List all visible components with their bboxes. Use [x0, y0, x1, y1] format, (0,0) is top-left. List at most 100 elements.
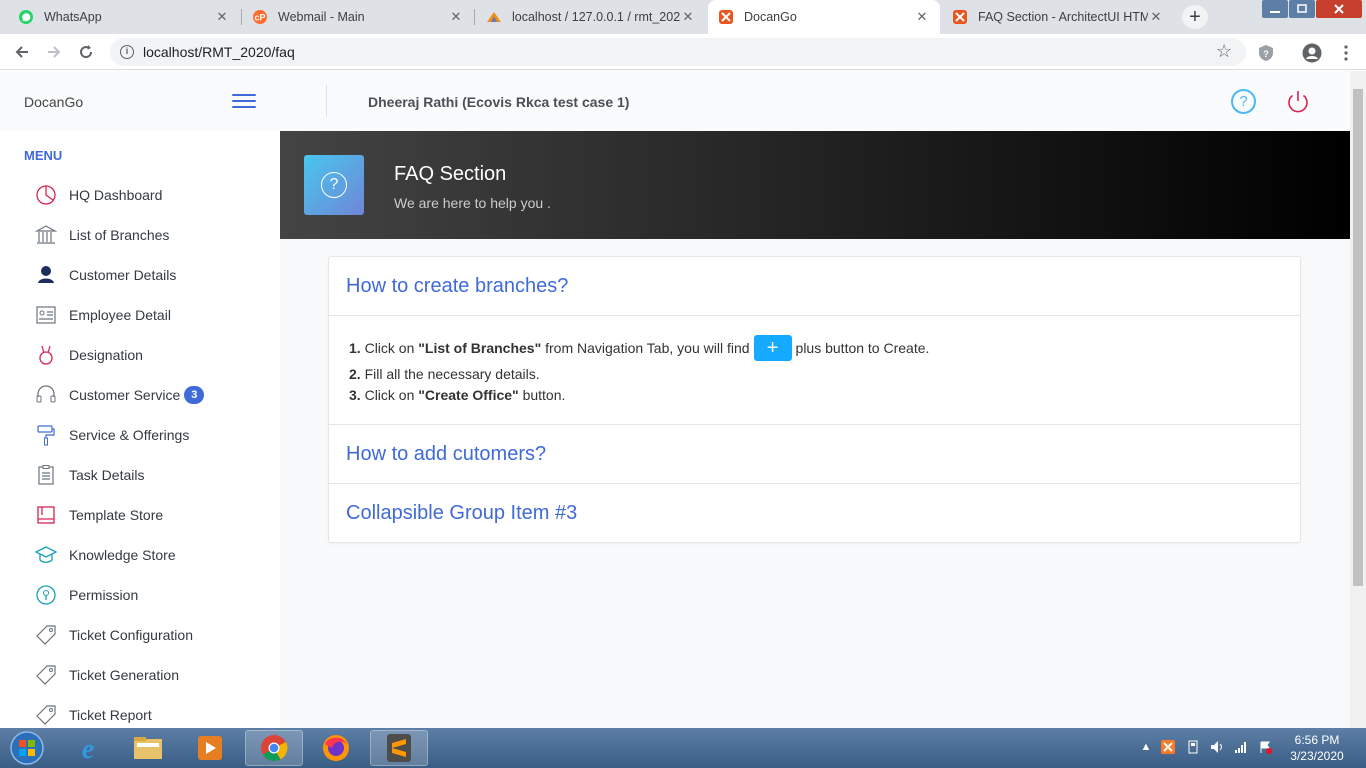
faq-question-1[interactable]: How to create branches?	[329, 257, 1300, 316]
forward-icon[interactable]	[42, 40, 66, 64]
sidebar-item-label: Knowledge Store	[69, 547, 176, 563]
tab-divider	[474, 9, 475, 25]
extension-shield-icon[interactable]: ?	[1256, 43, 1276, 63]
bookmark-star-icon[interactable]: ☆	[1216, 41, 1232, 62]
add-button-example[interactable]: +	[753, 335, 792, 361]
step-number: 3.	[349, 387, 361, 403]
header-divider	[326, 85, 327, 117]
template-icon	[34, 503, 58, 527]
tab-docango[interactable]: DocanGo ✕	[708, 0, 940, 34]
volume-icon[interactable]	[1210, 740, 1224, 754]
tag-icon	[34, 663, 58, 687]
faq-question-3[interactable]: Collapsible Group Item #3	[329, 484, 1300, 543]
architect-icon	[952, 9, 968, 25]
svg-text:?: ?	[1263, 49, 1269, 59]
scrollbar-thumb[interactable]	[1353, 89, 1363, 586]
step-text: plus button to Create.	[795, 340, 930, 356]
taskbar: e ▲ 6:56 PM 3/23/2020	[0, 728, 1366, 768]
sidebar-item-designation[interactable]: Designation	[34, 343, 143, 367]
media-player-icon[interactable]	[182, 730, 238, 766]
sidebar-item-task-details[interactable]: Task Details	[34, 463, 144, 487]
address-bar[interactable]: i localhost/RMT_2020/faq	[110, 38, 1246, 66]
tab-title: localhost / 127.0.0.1 / rmt_2020	[512, 10, 680, 24]
close-window-button[interactable]	[1316, 0, 1362, 18]
page-title: FAQ Section	[394, 163, 507, 185]
tag-icon	[34, 703, 58, 727]
sidebar-item-permission[interactable]: Permission	[34, 583, 138, 607]
info-icon[interactable]: i	[120, 45, 134, 59]
step-text: from Navigation Tab, you will find	[545, 340, 750, 356]
sidebar-item-ticket-generation[interactable]: Ticket Generation	[34, 663, 179, 687]
maximize-button[interactable]	[1289, 0, 1315, 18]
sidebar-item-hq-dashboard[interactable]: HQ Dashboard	[34, 183, 162, 207]
browser-tab-strip: WhatsApp ✕ cP Webmail - Main ✕ localhost…	[0, 0, 1366, 34]
step-number: 1.	[349, 340, 361, 356]
svg-text:cP: cP	[254, 13, 265, 23]
tab-whatsapp[interactable]: WhatsApp ✕	[8, 0, 240, 34]
pie-chart-icon	[34, 183, 58, 207]
reload-icon[interactable]	[74, 40, 98, 64]
back-icon[interactable]	[10, 40, 34, 64]
faq-step-1: 1. Click on "List of Branches" from Navi…	[349, 335, 929, 361]
tag-icon	[34, 623, 58, 647]
sidebar-item-label: Customer Details	[69, 267, 177, 283]
paint-roller-icon	[34, 423, 58, 447]
page-scrollbar[interactable]	[1350, 71, 1366, 728]
sidebar-item-label: Ticket Report	[69, 707, 152, 723]
power-icon[interactable]	[1284, 88, 1312, 116]
faq-question-2[interactable]: How to add cutomers?	[329, 425, 1300, 484]
whatsapp-icon	[18, 9, 34, 25]
close-icon[interactable]: ✕	[680, 9, 696, 25]
close-icon[interactable]: ✕	[448, 9, 464, 25]
tab-faq-architectui[interactable]: FAQ Section - ArchitectUI HTML ✕	[942, 0, 1174, 34]
sidebar-item-ticket-configuration[interactable]: Ticket Configuration	[34, 623, 193, 647]
hamburger-menu-icon[interactable]	[232, 94, 256, 108]
close-icon[interactable]: ✕	[1148, 9, 1164, 25]
page-title-banner: ? FAQ Section We are here to help you .	[280, 131, 1350, 239]
sidebar-item-ticket-report[interactable]: Ticket Report	[34, 703, 152, 727]
sidebar-item-employee-detail[interactable]: Employee Detail	[34, 303, 171, 327]
firefox-icon[interactable]	[308, 730, 364, 766]
usb-device-icon[interactable]	[1186, 740, 1200, 754]
chrome-icon[interactable]	[245, 730, 303, 766]
bank-icon	[34, 223, 58, 247]
help-icon[interactable]: ?	[1231, 89, 1256, 114]
close-icon[interactable]: ✕	[914, 9, 930, 25]
close-icon[interactable]: ✕	[214, 9, 230, 25]
faq-accordion: How to create branches? 1. Click on "Lis…	[328, 256, 1301, 543]
sublime-text-icon[interactable]	[370, 730, 428, 766]
sidebar-item-template-store[interactable]: Template Store	[34, 503, 163, 527]
step-emphasis: "List of Branches"	[418, 340, 542, 356]
internet-explorer-icon[interactable]: e	[60, 730, 116, 766]
step-text: Fill all the necessary details.	[364, 366, 540, 382]
page-subtitle: We are here to help you .	[394, 195, 551, 211]
sidebar-item-service-offerings[interactable]: Service & Offerings	[34, 423, 189, 447]
browser-toolbar: i localhost/RMT_2020/faq ☆	[0, 34, 1366, 70]
sidebar-item-label: Ticket Configuration	[69, 627, 193, 643]
sidebar-item-customer-service[interactable]: Customer Service 3	[34, 383, 205, 407]
sidebar-item-customer-details[interactable]: Customer Details	[34, 263, 176, 287]
tab-webmail[interactable]: cP Webmail - Main ✕	[242, 0, 474, 34]
sidebar-item-knowledge-store[interactable]: Knowledge Store	[34, 543, 176, 567]
xampp-tray-icon[interactable]	[1161, 740, 1175, 754]
system-clock[interactable]: 6:56 PM 3/23/2020	[1282, 732, 1352, 764]
user-icon	[34, 263, 58, 287]
file-explorer-icon[interactable]	[120, 730, 176, 766]
new-tab-button[interactable]: +	[1182, 5, 1208, 29]
clock-date: 3/23/2020	[1290, 749, 1344, 763]
faq-answer-1: 1. Click on "List of Branches" from Navi…	[329, 316, 1300, 425]
show-hidden-icons[interactable]: ▲	[1139, 740, 1153, 754]
profile-avatar-icon[interactable]	[1302, 43, 1322, 63]
action-center-icon[interactable]	[1258, 740, 1272, 754]
browser-menu-icon[interactable]	[1336, 43, 1356, 63]
network-signal-icon[interactable]	[1234, 740, 1248, 754]
app-header: DocanGo Dheeraj Rathi (Ecovis Rkca test …	[0, 71, 1350, 131]
app-logo[interactable]: DocanGo	[24, 94, 83, 110]
phpmyadmin-icon	[486, 9, 502, 25]
clock-time: 6:56 PM	[1294, 733, 1340, 747]
start-button[interactable]	[2, 730, 52, 766]
minimize-button[interactable]	[1262, 0, 1288, 18]
sidebar-item-list-of-branches[interactable]: List of Branches	[34, 223, 169, 247]
tab-phpmyadmin[interactable]: localhost / 127.0.0.1 / rmt_2020 ✕	[476, 0, 706, 34]
step-text: Click on	[364, 340, 415, 356]
